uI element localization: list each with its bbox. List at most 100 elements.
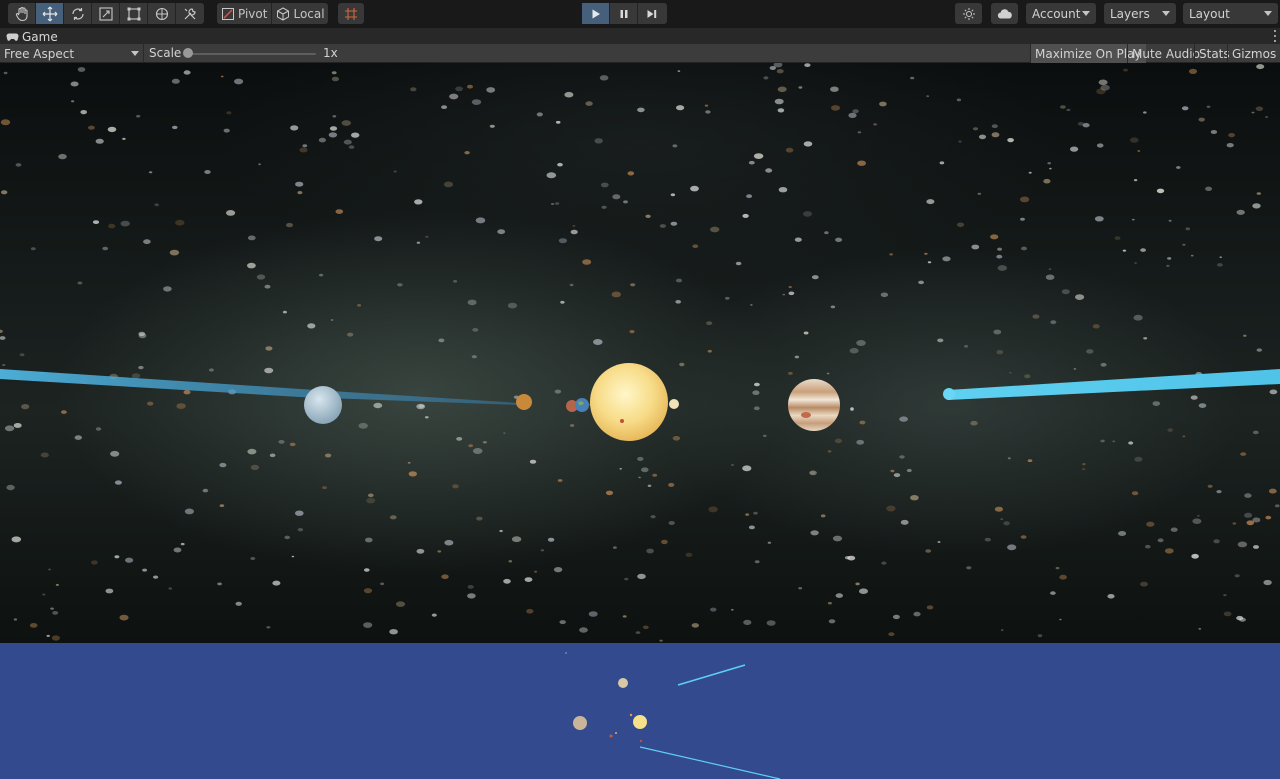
star: [1118, 531, 1127, 536]
star: [743, 619, 752, 626]
star: [1164, 548, 1174, 554]
star: [497, 229, 506, 235]
star: [1070, 146, 1079, 152]
star: [641, 467, 649, 473]
custom-tool-button[interactable]: [176, 3, 204, 24]
star: [407, 461, 411, 464]
star: [746, 194, 753, 199]
star: [264, 284, 271, 289]
star: [782, 293, 786, 296]
earth-planet[interactable]: [575, 398, 589, 412]
local-button[interactable]: Local: [272, 3, 328, 24]
rotate-tool-button[interactable]: [64, 3, 92, 24]
layers-dropdown[interactable]: Layers: [1104, 3, 1176, 24]
local-label: Local: [293, 6, 325, 21]
star: [859, 420, 866, 425]
star: [441, 574, 449, 579]
star: [1185, 227, 1191, 231]
star: [1082, 123, 1090, 128]
grid-snap-button[interactable]: [338, 3, 364, 24]
star: [803, 141, 813, 147]
star: [464, 151, 470, 155]
star: [455, 86, 463, 92]
star: [745, 513, 750, 516]
pause-button[interactable]: [610, 3, 638, 24]
star: [579, 627, 588, 633]
star: [1255, 106, 1264, 112]
star: [811, 275, 819, 280]
star: [534, 570, 538, 573]
star: [468, 444, 474, 448]
venus-planet[interactable]: [669, 399, 679, 409]
moon[interactable]: [850, 407, 854, 411]
star: [873, 123, 877, 126]
star: [122, 137, 126, 140]
tab-game[interactable]: Game: [0, 28, 64, 45]
account-dropdown[interactable]: Account: [1026, 3, 1096, 24]
aspect-dropdown[interactable]: Free Aspect: [0, 44, 144, 63]
star: [774, 98, 784, 105]
gizmos-button[interactable]: Gizmos: [1227, 44, 1280, 63]
star: [970, 420, 978, 426]
star: [183, 390, 191, 395]
star: [15, 163, 22, 167]
star: [1094, 216, 1104, 222]
tab-menu-icon[interactable]: [1272, 29, 1278, 43]
star: [332, 115, 337, 118]
game-tab-label: Game: [22, 29, 58, 44]
star: [380, 582, 385, 586]
star: [677, 70, 681, 72]
star: [95, 427, 102, 431]
star: [1037, 634, 1043, 638]
sun[interactable]: [590, 363, 668, 441]
step-button[interactable]: [638, 3, 666, 24]
lighting-button[interactable]: [955, 3, 982, 24]
star: [1252, 517, 1261, 523]
scale-tool-button[interactable]: [92, 3, 120, 24]
layout-dropdown[interactable]: Layout: [1183, 3, 1278, 24]
mute-audio-button[interactable]: Mute Audio: [1127, 44, 1204, 63]
star: [264, 367, 274, 374]
star: [374, 236, 383, 242]
star: [710, 607, 717, 612]
rect-tool-button[interactable]: [120, 3, 148, 24]
star: [0, 336, 6, 340]
minimap-view[interactable]: [0, 643, 1280, 779]
pivot-button[interactable]: Pivot: [217, 3, 273, 24]
star: [467, 84, 473, 89]
star: [147, 401, 154, 406]
orbit-trail-right: [948, 369, 1280, 400]
star: [511, 536, 522, 543]
star: [924, 252, 928, 255]
scale-slider-track[interactable]: [186, 53, 316, 55]
hand-tool-button[interactable]: [8, 3, 36, 24]
uranus-planet[interactable]: [304, 386, 342, 424]
jupiter-planet[interactable]: [788, 379, 840, 431]
transform-tool-button[interactable]: [148, 3, 176, 24]
play-button[interactable]: [582, 3, 610, 24]
star: [977, 192, 982, 195]
star: [623, 200, 628, 204]
rotate-icon: [71, 7, 84, 20]
scale-slider-thumb[interactable]: [183, 48, 193, 58]
star: [668, 482, 675, 487]
great-red-spot: [801, 412, 811, 418]
star: [154, 203, 159, 207]
star: [110, 450, 120, 457]
star: [472, 448, 483, 454]
move-tool-button[interactable]: [36, 3, 64, 24]
star: [1253, 545, 1259, 549]
star: [1050, 320, 1057, 325]
star: [557, 162, 563, 167]
star: [1066, 108, 1071, 112]
star: [849, 347, 859, 354]
cloud-services-button[interactable]: [991, 3, 1018, 24]
star: [1156, 188, 1165, 194]
star: [927, 261, 932, 264]
game-viewport[interactable]: [0, 63, 1280, 643]
star: [169, 249, 180, 256]
star: [163, 286, 172, 292]
star: [343, 139, 352, 145]
mercury-planet[interactable]: [516, 394, 532, 410]
star: [1130, 137, 1139, 143]
